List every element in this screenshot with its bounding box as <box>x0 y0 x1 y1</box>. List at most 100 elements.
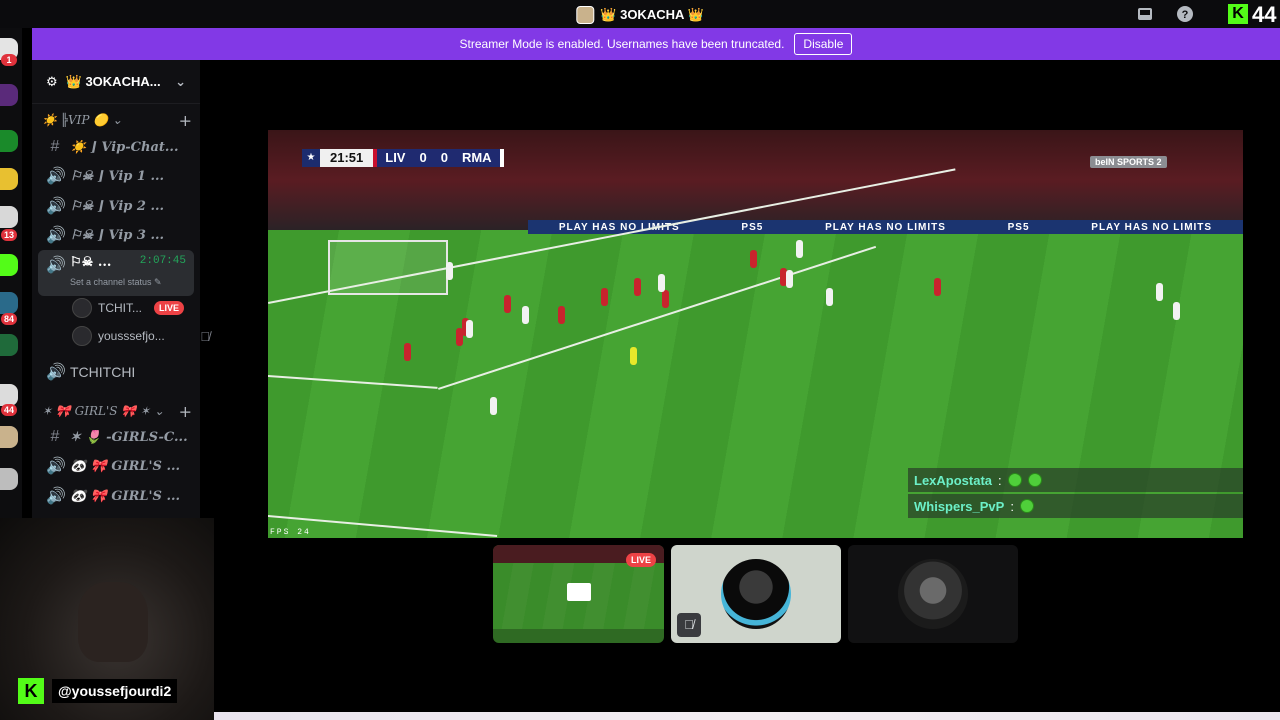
channel-label: ⚐☠ ⌋ Vip 3 ... <box>70 227 165 243</box>
player <box>750 250 757 268</box>
avatar <box>721 559 791 629</box>
channel-text[interactable]: # ☀️ ⌋ Vip-Chat... <box>38 133 194 161</box>
server-icon[interactable] <box>0 130 18 152</box>
channel-voice[interactable]: 🔊 ⚐☠ ⌋ Vip 3 ... <box>38 221 194 249</box>
player <box>826 288 833 306</box>
server-icon[interactable] <box>0 384 18 406</box>
chat-separator: : <box>998 472 1002 488</box>
voice-user[interactable]: TCHIT... LIVE <box>72 295 222 321</box>
channel-label: ✶ 🌷 -GIRLS-C... <box>70 429 188 445</box>
away-team: RMA <box>461 150 492 165</box>
chat-message: LexApostata : <box>908 468 1243 492</box>
live-badge: LIVE <box>154 301 185 315</box>
server-icon[interactable] <box>0 84 18 106</box>
player <box>404 343 411 361</box>
speaker-icon: 🔊 <box>46 168 66 185</box>
unread-badge: 13 <box>1 229 17 241</box>
chat-message: Whispers_PvP : <box>908 494 1243 518</box>
player <box>796 240 803 258</box>
player <box>634 278 641 296</box>
chat-username: Whispers_PvP <box>914 498 1005 514</box>
kick-logo: K <box>18 678 44 704</box>
channel-label: ☀️ ⌋ Vip-Chat... <box>70 139 179 155</box>
server-rail: 1 13 84 44 <box>0 28 22 518</box>
server-name: 👑 3OKACHA... <box>65 73 161 89</box>
player <box>466 320 473 338</box>
channel-label: TCHITCHI <box>70 364 136 380</box>
participant-tile-speaking[interactable]: 🎙̸ <box>671 545 841 643</box>
category-vip[interactable]: ☀️ ╠VIP 🟡 ⌄ + <box>42 110 192 130</box>
bottom-strip <box>214 712 1280 720</box>
monitor-icon <box>567 583 591 601</box>
streamer-mode-message: Streamer Mode is enabled. Usernames have… <box>459 37 785 51</box>
server-icon[interactable] <box>0 254 18 276</box>
server-icon[interactable] <box>0 168 18 190</box>
player <box>490 397 497 415</box>
voice-user-name: yousssefjo... <box>98 329 165 343</box>
settings-icon: ⚙ <box>46 73 58 89</box>
window-title-text: 👑 3OKACHA 👑 <box>600 7 704 22</box>
channel-voice[interactable]: 🔊 ⚐☠ ⌋ Vip 2 ... <box>38 192 194 220</box>
hashtag-icon: # <box>50 428 60 445</box>
channel-label: ⚐☠ ⌋ Vip 2 ... <box>70 198 165 214</box>
voice-user[interactable]: yousssefjo... 🎙̸ <box>72 323 222 349</box>
ad-text: PLAY HAS NO LIMITS <box>825 221 946 233</box>
channel-voice[interactable]: 🔊 ⚐☠ ⌋ Vip 1 ... <box>38 162 194 190</box>
score-panel: LIV 0 0 RMA <box>373 149 504 167</box>
channel-voice[interactable]: 🔊 🐼 🎀 GIRL'S ... <box>38 482 194 510</box>
away-score: 0 <box>440 150 448 165</box>
inbox-icon[interactable] <box>1136 5 1154 23</box>
server-icon[interactable] <box>0 334 18 356</box>
category-label: ✶ 🎀 GIRL'S 🎀 ✶ <box>42 404 151 418</box>
stream-video[interactable]: PLAY HAS NO LIMITS PS5 PLAY HAS NO LIMIT… <box>268 130 1243 538</box>
stadium-crowd <box>268 130 1243 230</box>
streamer-handle-bar: K @youssefjourdi2 <box>18 678 178 704</box>
home-score: 0 <box>419 150 427 165</box>
streamer-mode-banner: Streamer Mode is enabled. Usernames have… <box>32 28 1280 60</box>
channel-status-link[interactable]: Set a channel status ✎ <box>70 277 162 288</box>
ucl-logo-icon: ★ <box>302 149 320 167</box>
speaker-icon: 🔊 <box>46 488 66 505</box>
server-header[interactable]: ⚙ 👑 3OKACHA... ⌄ <box>32 60 200 104</box>
add-channel-icon[interactable]: + <box>179 402 192 421</box>
participant-tile-stream[interactable]: LIVE <box>493 545 664 643</box>
channel-voice[interactable]: 🔊 TCHITCHI <box>38 358 194 386</box>
fps-counter: FPS 24 <box>270 528 311 537</box>
chevron-down-icon: ⌄ <box>112 113 123 127</box>
emote-icon <box>1027 473 1042 487</box>
category-girls[interactable]: ✶ 🎀 GIRL'S 🎀 ✶ ⌄ + <box>42 401 192 421</box>
player <box>456 328 463 346</box>
referee <box>630 347 637 365</box>
server-icon[interactable] <box>0 206 18 228</box>
player <box>934 278 941 296</box>
stream-chat-overlay: LexApostata : Whispers_PvP : <box>908 468 1243 520</box>
player <box>1156 283 1163 301</box>
participant-tile[interactable] <box>848 545 1018 643</box>
server-icon[interactable] <box>0 468 18 490</box>
unread-badge: 1 <box>1 54 17 66</box>
live-badge: LIVE <box>625 553 656 567</box>
channel-text[interactable]: # ✶ 🌷 -GIRLS-C... <box>38 423 194 451</box>
viewer-count: 44 <box>1252 2 1277 27</box>
chat-username: LexApostata <box>914 472 993 488</box>
server-icon[interactable] <box>0 292 18 314</box>
mic-muted-icon: 🎙̸ <box>200 328 210 344</box>
channel-label: 🐼 🎀 GIRL'S ... <box>70 488 181 504</box>
server-icon[interactable] <box>0 426 18 448</box>
avatar <box>72 298 92 318</box>
player <box>446 262 453 280</box>
speaker-icon: 🔊 <box>46 198 66 215</box>
channel-voice[interactable]: 🔊 🐼 🎀 GIRL'S ... <box>38 452 194 480</box>
help-icon[interactable]: ? <box>1176 5 1194 23</box>
player <box>522 306 529 324</box>
emote-icon <box>1007 473 1022 487</box>
speaker-icon: 🔊 <box>46 458 66 475</box>
add-channel-icon[interactable]: + <box>179 111 192 130</box>
ad-text: PLAY HAS NO LIMITS <box>1091 221 1213 233</box>
home-team: LIV <box>385 150 406 165</box>
disable-streamer-mode-button[interactable]: Disable <box>794 33 853 55</box>
ad-text: PS5 <box>741 221 764 233</box>
channel-voice-active[interactable]: 🔊 ⚐☠ ... 2:07:45 Set a channel status ✎ <box>38 250 194 296</box>
call-timer: 2:07:45 <box>139 255 186 267</box>
svg-text:?: ? <box>1182 9 1189 21</box>
